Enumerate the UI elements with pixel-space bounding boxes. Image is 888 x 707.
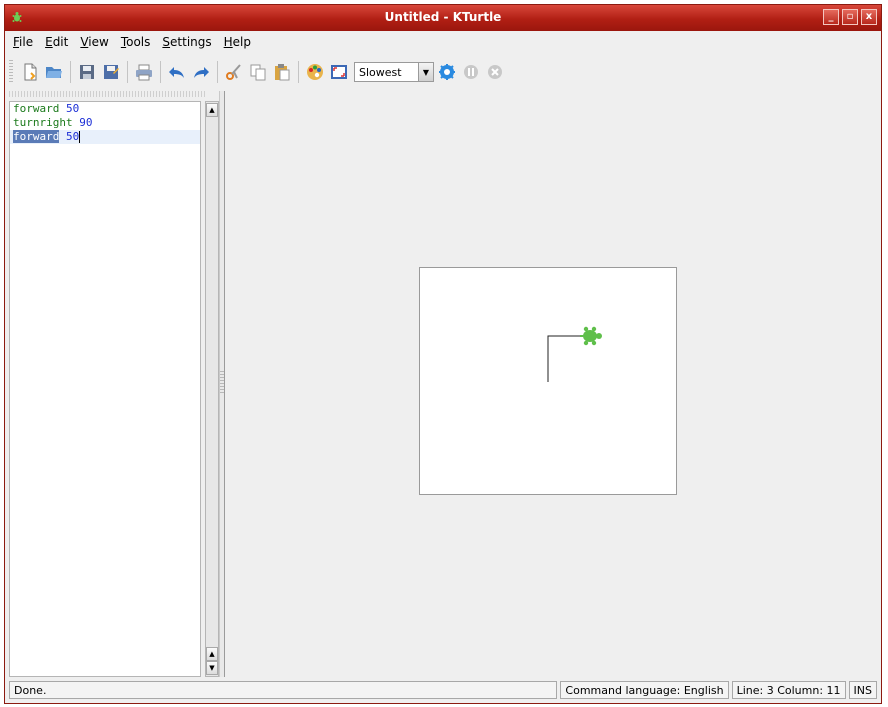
menu-settings[interactable]: Settings — [162, 35, 211, 55]
code-line[interactable]: forward 50 — [10, 102, 200, 116]
kturtle-window: Untitled - KTurtle _ ▫ x File Edit View … — [4, 4, 882, 704]
undo-icon[interactable] — [166, 61, 188, 83]
toolbar-separator — [217, 61, 218, 83]
text-cursor — [79, 131, 81, 143]
status-bar: Done. Command language: English Line: 3 … — [9, 681, 877, 701]
code-editor-panel: forward 50 turnright 90 forward 50 ▲ ▲ ▼ — [9, 91, 221, 677]
menu-settings-rest: ettings — [170, 35, 212, 49]
maximize-button[interactable]: ▫ — [842, 9, 858, 25]
open-file-icon[interactable] — [43, 61, 65, 83]
code-keyword: forward — [13, 102, 60, 115]
code-keyword-selected: forward — [13, 130, 60, 143]
speed-select[interactable]: Slowest ▼ — [354, 62, 434, 82]
menu-tools-rest: ools — [126, 35, 151, 49]
status-message: Done. — [9, 681, 558, 699]
minimize-button[interactable]: _ — [823, 9, 839, 25]
status-insert-mode: INS — [848, 681, 877, 699]
status-cursor-position: Line: 3 Column: 11 — [731, 681, 846, 699]
menu-help[interactable]: Help — [224, 35, 251, 55]
canvas-area — [225, 91, 879, 677]
code-keyword: turnright — [13, 116, 73, 129]
toolbar-separator — [70, 61, 71, 83]
menu-help-rest: elp — [232, 35, 252, 49]
new-file-icon[interactable] — [19, 61, 41, 83]
stop-icon[interactable] — [484, 61, 506, 83]
splitter-handle[interactable] — [220, 371, 224, 395]
code-number: 50 — [65, 130, 80, 143]
turtle-canvas[interactable] — [419, 267, 677, 495]
code-number: 50 — [65, 102, 80, 115]
scroll-up-button-bottom[interactable]: ▲ — [206, 647, 218, 661]
code-line-current[interactable]: forward 50 — [10, 130, 200, 144]
toolbar-grip[interactable] — [9, 60, 13, 84]
code-editor[interactable]: forward 50 turnright 90 forward 50 — [9, 101, 201, 677]
save-as-icon[interactable] — [100, 61, 122, 83]
window-title: Untitled - KTurtle — [384, 10, 502, 24]
code-number: 90 — [79, 116, 93, 129]
pause-icon[interactable] — [460, 61, 482, 83]
chevron-down-icon[interactable]: ▼ — [418, 63, 433, 81]
status-language: Command language: English — [560, 681, 729, 699]
turtle-icon — [580, 326, 602, 346]
menu-view-rest: iew — [88, 35, 109, 49]
toolbar-separator — [127, 61, 128, 83]
toolbar-separator — [298, 61, 299, 83]
redo-icon[interactable] — [190, 61, 212, 83]
menu-view[interactable]: View — [80, 35, 108, 55]
menu-bar: File Edit View Tools Settings Help — [5, 35, 251, 55]
main-toolbar: Slowest ▼ — [9, 57, 549, 87]
editor-scrollbar[interactable]: ▲ ▲ ▼ — [205, 101, 219, 677]
fullscreen-icon[interactable] — [328, 61, 350, 83]
speed-select-value: Slowest — [359, 65, 402, 79]
menu-edit-rest: dit — [52, 35, 69, 49]
turtle-drawing — [547, 326, 602, 382]
cut-icon[interactable] — [223, 61, 245, 83]
scroll-up-button[interactable]: ▲ — [206, 103, 218, 117]
menu-file-rest: ile — [19, 35, 34, 49]
dock-grip[interactable] — [9, 91, 205, 97]
menu-file[interactable]: File — [13, 35, 33, 55]
menu-tools[interactable]: Tools — [121, 35, 151, 55]
title-bar[interactable]: Untitled - KTurtle _ ▫ x — [5, 5, 881, 31]
paste-icon[interactable] — [271, 61, 293, 83]
menu-edit[interactable]: Edit — [45, 35, 68, 55]
print-icon[interactable] — [133, 61, 155, 83]
color-picker-icon[interactable] — [304, 61, 326, 83]
run-icon[interactable] — [436, 61, 458, 83]
scroll-down-button[interactable]: ▼ — [206, 661, 218, 675]
close-button[interactable]: x — [861, 9, 877, 25]
toolbar-separator — [160, 61, 161, 83]
copy-icon[interactable] — [247, 61, 269, 83]
save-icon[interactable] — [76, 61, 98, 83]
code-line[interactable]: turnright 90 — [10, 116, 200, 130]
